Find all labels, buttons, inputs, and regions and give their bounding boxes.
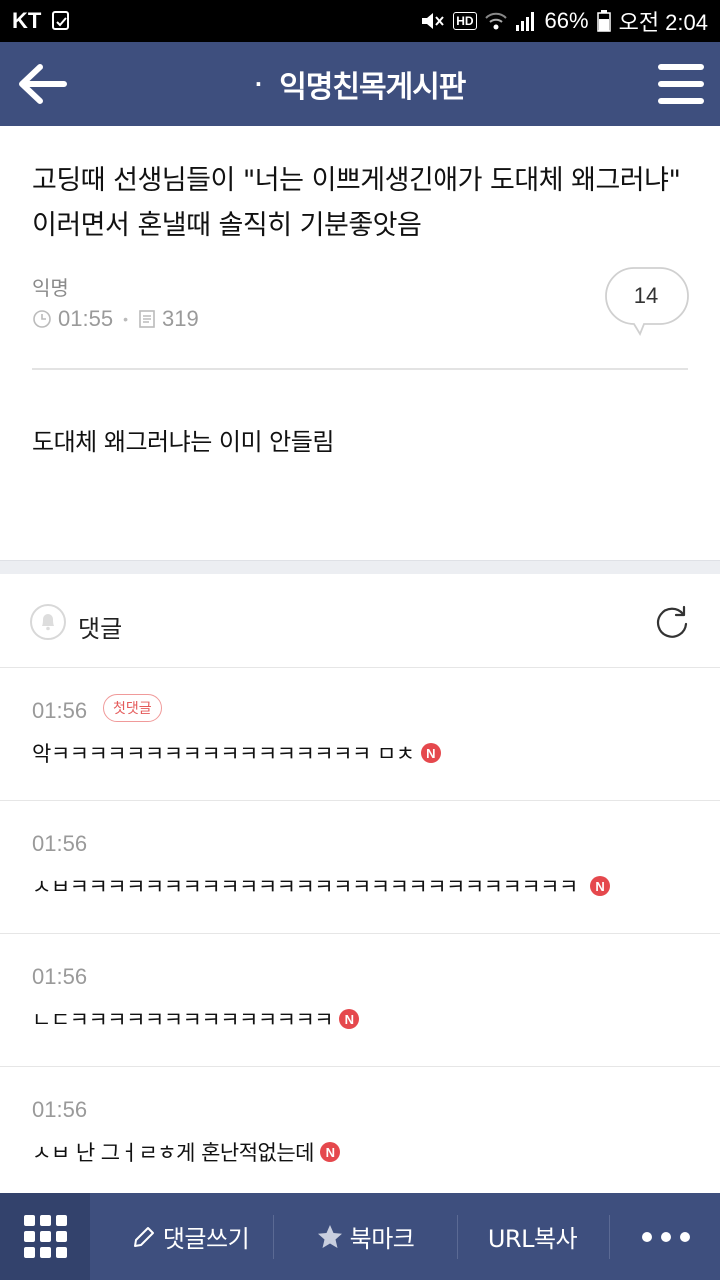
- divider: [32, 368, 688, 370]
- bookmark-button[interactable]: 북마크: [300, 1193, 430, 1280]
- comment-time: 01:56: [32, 1097, 88, 1122]
- more-button[interactable]: [612, 1193, 720, 1280]
- comment-time: 01:56: [32, 964, 88, 989]
- toolbar-divider: [273, 1215, 274, 1259]
- toolbar-divider: [457, 1215, 458, 1259]
- status-left: KT: [12, 8, 71, 34]
- comment-item[interactable]: 01:56 첫댓글 악ㅋㅋㅋㅋㅋㅋㅋㅋㅋㅋㅋㅋㅋㅋㅋㅋㅋ ㅁㅊ N: [0, 668, 720, 801]
- comment-text: ㅅㅂㅋㅋㅋㅋㅋㅋㅋㅋㅋㅋㅋㅋㅋㅋㅋㅋㅋㅋㅋㅋㅋㅋㅋㅋㅋㅋㅋ N: [32, 871, 610, 901]
- comment-body: 악ㅋㅋㅋㅋㅋㅋㅋㅋㅋㅋㅋㅋㅋㅋㅋㅋㅋ ㅁㅊ: [32, 742, 415, 766]
- comment-item[interactable]: 01:56 ㄴㄷㅋㅋㅋㅋㅋㅋㅋㅋㅋㅋㅋㅋㅋㅋ N: [0, 934, 720, 1067]
- status-right: HD 66% 오전 2:04: [419, 5, 708, 37]
- comment-time: 01:56: [32, 831, 88, 856]
- post: 고딩때 선생님들이 "너는 이쁘게생긴애가 도대체 왜그러냐" 이러면서 혼낼때…: [0, 126, 720, 560]
- comments-label: 댓글: [78, 615, 123, 643]
- board-name: 익명친목게시판: [279, 70, 466, 105]
- notification-icon: [51, 10, 71, 32]
- comment-count-bubble[interactable]: 14: [604, 266, 690, 338]
- comment-text: ㄴㄷㅋㅋㅋㅋㅋㅋㅋㅋㅋㅋㅋㅋㅋㅋ N: [32, 1004, 360, 1034]
- bookmark-label: 북마크: [349, 1225, 415, 1253]
- copy-url-label: URL복사: [487, 1225, 578, 1253]
- hamburger-line: [658, 64, 704, 70]
- comment-time: 01:56: [32, 698, 88, 723]
- pencil-icon: [133, 1226, 154, 1247]
- bell-icon[interactable]: [30, 604, 66, 640]
- comment-item[interactable]: 01:56 ㅅㅂ 난 그ㅓㄹㅎ게 혼난적없는데 N: [0, 1067, 720, 1200]
- comment-item[interactable]: 01:56 ㅅㅂㅋㅋㅋㅋㅋㅋㅋㅋㅋㅋㅋㅋㅋㅋㅋㅋㅋㅋㅋㅋㅋㅋㅋㅋㅋㅋㅋ N: [0, 801, 720, 934]
- comment-body: ㅅㅂㅋㅋㅋㅋㅋㅋㅋㅋㅋㅋㅋㅋㅋㅋㅋㅋㅋㅋㅋㅋㅋㅋㅋㅋㅋㅋㅋ: [32, 875, 578, 899]
- new-badge: N: [420, 743, 441, 763]
- new-badge: N: [589, 876, 610, 896]
- carrier-label: KT: [12, 8, 42, 33]
- title-dot: ·: [254, 72, 263, 96]
- post-views: 319: [161, 306, 199, 331]
- write-comment-button[interactable]: 댓글쓰기: [110, 1193, 270, 1280]
- toolbar-divider: [609, 1215, 610, 1259]
- comment-body: ㄴㄷㅋㅋㅋㅋㅋㅋㅋㅋㅋㅋㅋㅋㅋㅋ: [32, 1008, 334, 1032]
- status-bar: KT HD 66% 오전 2:04: [0, 0, 720, 42]
- new-badge: N: [339, 1009, 360, 1029]
- app-header: · 익명친목게시판: [0, 42, 720, 126]
- signal-icon: [515, 10, 537, 32]
- menu-button[interactable]: [658, 64, 704, 104]
- comments-header: 댓글: [0, 574, 720, 668]
- post-time: 01:55: [58, 306, 114, 331]
- battery-percent: 66%: [544, 8, 589, 33]
- comment-count: 14: [633, 283, 659, 308]
- mute-icon: [419, 10, 445, 32]
- views-icon: [139, 310, 155, 328]
- hamburger-line: [658, 98, 704, 104]
- bottom-toolbar: 댓글쓰기 북마크 URL복사: [0, 1193, 720, 1280]
- new-badge: N: [320, 1142, 341, 1162]
- clock: 오전 2:04: [618, 10, 708, 35]
- post-body: 도대체 왜그러냐는 이미 안들림: [32, 428, 334, 456]
- post-author: 익명: [32, 276, 69, 300]
- wifi-icon: [484, 11, 507, 31]
- comment-text: ㅅㅂ 난 그ㅓㄹㅎ게 혼난적없는데 N: [32, 1137, 341, 1167]
- more-icon: [642, 1231, 690, 1242]
- hamburger-line: [658, 81, 704, 87]
- post-meta: 01:55 • 319: [32, 306, 199, 332]
- comment-text: 악ㅋㅋㅋㅋㅋㅋㅋㅋㅋㅋㅋㅋㅋㅋㅋㅋㅋ ㅁㅊ N: [32, 738, 441, 768]
- section-separator: [0, 560, 720, 574]
- grid-icon: [23, 1215, 67, 1258]
- page-title: · 익명친목게시판: [0, 42, 720, 126]
- battery-icon: [596, 10, 611, 32]
- copy-url-button[interactable]: URL복사: [470, 1193, 595, 1280]
- hd-icon: HD: [453, 12, 477, 30]
- meta-separator: •: [123, 311, 128, 327]
- clock-icon: [33, 310, 51, 328]
- star-icon: [317, 1224, 342, 1248]
- comment-body: ㅅㅂ 난 그ㅓㄹㅎ게 혼난적없는데: [32, 1141, 315, 1165]
- app-grid-button[interactable]: [0, 1193, 90, 1280]
- first-comment-badge: 첫댓글: [103, 694, 162, 722]
- post-title: 고딩때 선생님들이 "너는 이쁘게생긴애가 도대체 왜그러냐" 이러면서 혼낼때…: [32, 165, 681, 241]
- refresh-icon[interactable]: [654, 604, 690, 640]
- write-comment-label: 댓글쓰기: [162, 1225, 250, 1253]
